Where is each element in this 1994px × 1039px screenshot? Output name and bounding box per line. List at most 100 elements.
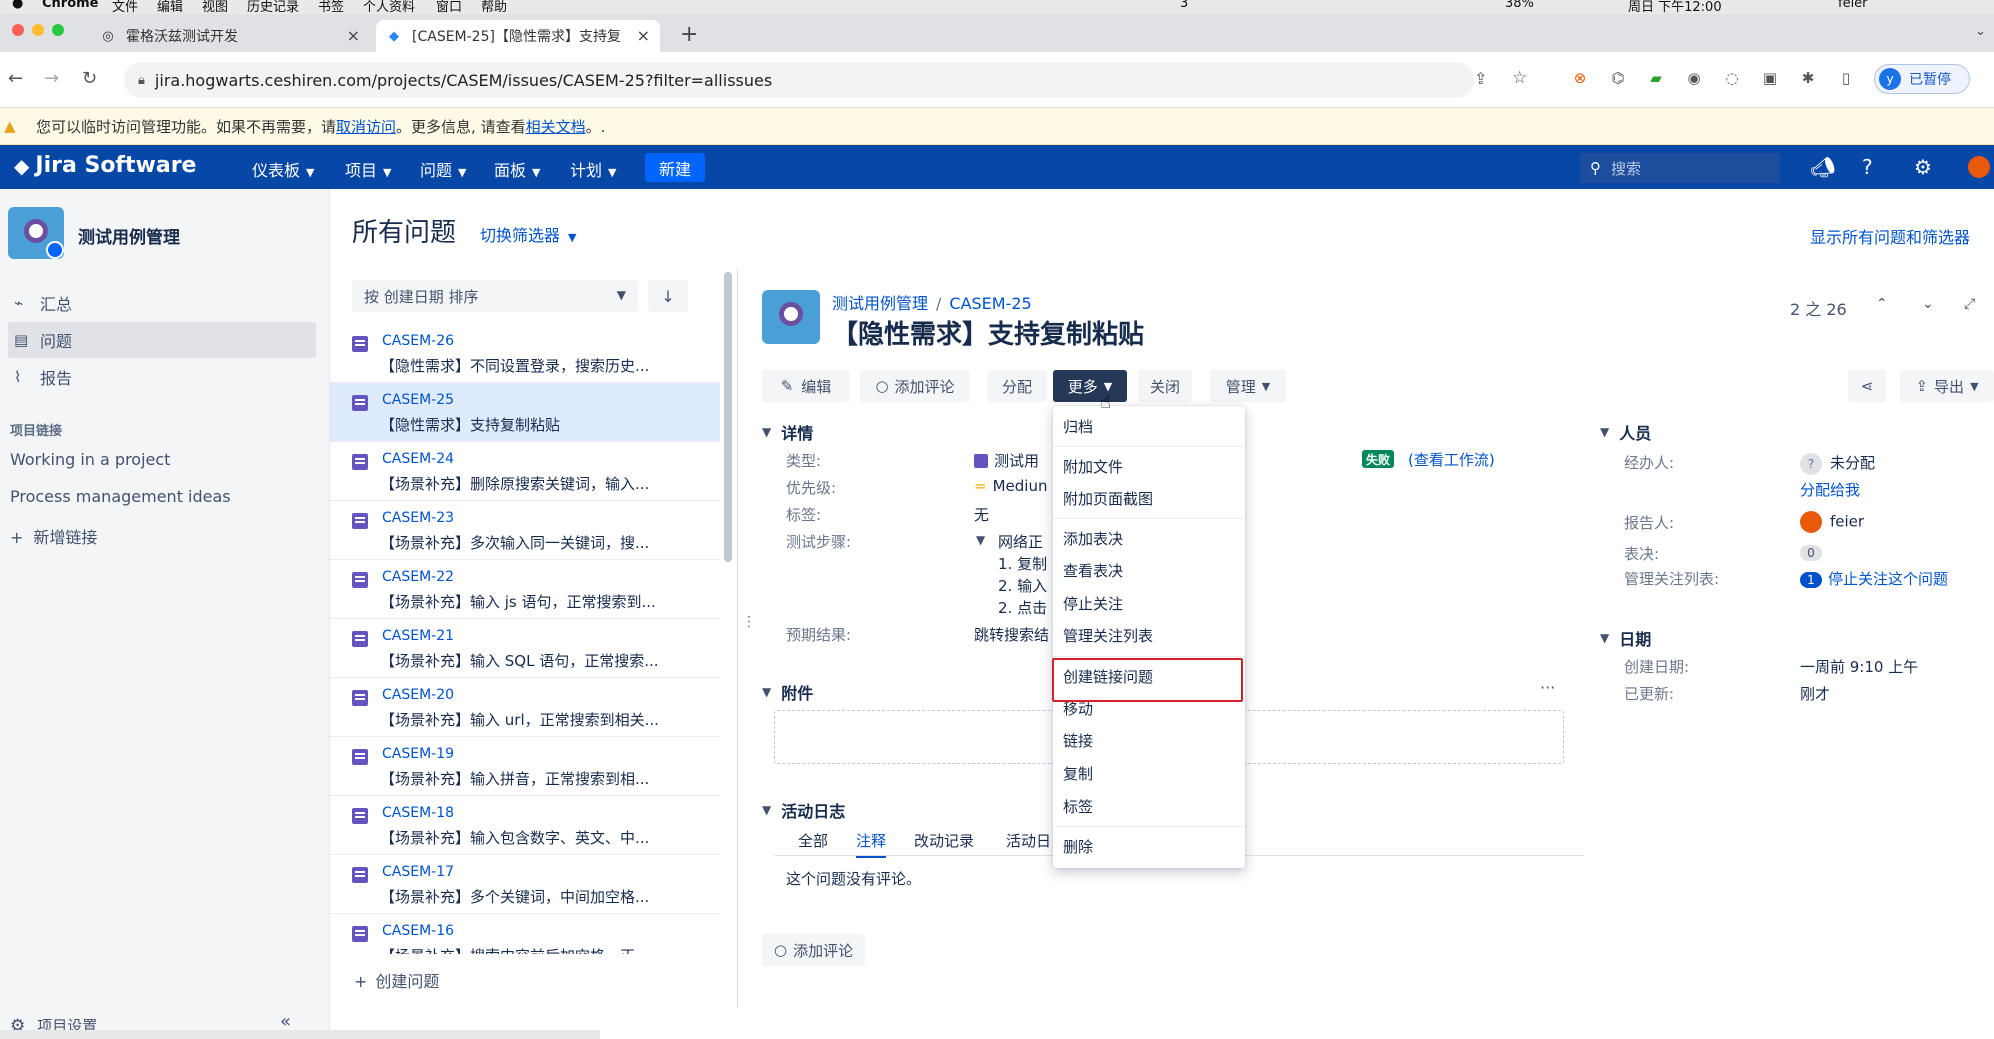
menu-item-add-vote[interactable]: 添加表决: [1063, 528, 1123, 549]
menu-item-delete[interactable]: 删除: [1063, 836, 1093, 857]
create-issue-button[interactable]: + 创建问题: [354, 968, 439, 992]
add-link-button[interactable]: + 新增链接: [10, 524, 97, 548]
sidebar-item-reports[interactable]: ⌇ 报告: [8, 359, 316, 395]
url-input[interactable]: 🔒︎ jira.hogwarts.ceshiren.com/projects/C…: [124, 62, 1527, 98]
menu-item-stop-watching[interactable]: 停止关注: [1063, 593, 1123, 614]
close-icon[interactable]: ×: [637, 26, 650, 45]
list-item[interactable]: CASEM-21 【场景补充】输入 SQL 语句，正常搜索...: [330, 619, 720, 678]
list-item[interactable]: CASEM-25 【隐性需求】支持复制粘贴: [330, 383, 720, 442]
tab-all[interactable]: 全部: [798, 830, 828, 851]
jira-logo[interactable]: ◆ Jira Software: [14, 153, 196, 178]
menu-bookmarks[interactable]: 书签: [318, 0, 344, 14]
edit-button[interactable]: ✎ 编辑: [762, 370, 850, 402]
forward-icon[interactable]: →: [44, 68, 59, 89]
list-item[interactable]: CASEM-17 【场景补充】多个关键词，中间加空格...: [330, 855, 720, 914]
sidebar-item-summary[interactable]: ⌁ 汇总: [8, 285, 316, 321]
window-close-icon[interactable]: [12, 24, 24, 36]
extension-icon[interactable]: ◉: [1684, 68, 1704, 88]
create-button[interactable]: 新建: [645, 153, 705, 182]
nav-boards[interactable]: 面板 ▼: [494, 157, 540, 181]
user-avatar[interactable]: [1968, 156, 1990, 178]
menu-edit[interactable]: 编辑: [157, 0, 183, 14]
sidepanel-icon[interactable]: ▯: [1836, 68, 1856, 88]
menu-item-attach-screenshot[interactable]: 附加页面截图: [1063, 488, 1153, 509]
export-button[interactable]: ⇪ 导出 ▼: [1900, 370, 1994, 402]
sort-direction-button[interactable]: ↓: [648, 280, 688, 312]
menu-item-view-votes[interactable]: 查看表决: [1063, 560, 1123, 581]
assign-button[interactable]: 分配: [987, 370, 1047, 402]
list-item[interactable]: CASEM-18 【场景补充】输入包含数字、英文、中...: [330, 796, 720, 855]
list-item[interactable]: CASEM-16 【场景补充】搜索内容前后加空格，正...: [330, 914, 720, 954]
list-scrollbar[interactable]: [724, 272, 732, 562]
extension-icon[interactable]: ⊗: [1570, 68, 1590, 88]
window-minimize-icon[interactable]: [32, 24, 44, 36]
breadcrumb-issue-key[interactable]: CASEM-25: [949, 294, 1031, 313]
stop-watching-link[interactable]: 停止关注这个问题: [1828, 570, 1948, 588]
extension-icon[interactable]: ◌: [1722, 68, 1742, 88]
dates-section-toggle[interactable]: ▼ 日期: [1600, 626, 1651, 650]
watchers-count[interactable]: 1: [1800, 572, 1822, 588]
reload-icon[interactable]: ↻: [82, 68, 97, 89]
tab-comments[interactable]: 注释: [856, 830, 887, 858]
menu-app[interactable]: Chrome: [42, 0, 99, 11]
tab-hogwarts[interactable]: ◎ 霍格沃兹测试开发 ×: [90, 20, 370, 52]
nav-issues[interactable]: 问题 ▼: [420, 157, 466, 181]
sidebar-item-issues[interactable]: ▤ 问题: [8, 322, 316, 358]
details-section-toggle[interactable]: ▼ 详情: [762, 420, 813, 444]
add-comment-button[interactable]: ○ 添加评论: [860, 370, 970, 402]
extension-icon[interactable]: ▣: [1760, 68, 1780, 88]
resize-handle-icon[interactable]: ⋮: [742, 614, 756, 630]
assign-to-me-link[interactable]: 分配给我: [1800, 479, 1860, 500]
menu-item-attach-file[interactable]: 附加文件: [1063, 456, 1123, 477]
assignee-value[interactable]: ? 未分配: [1800, 452, 1875, 475]
menu-profile[interactable]: 个人资料: [363, 0, 415, 14]
chevron-up-icon[interactable]: ⌃: [1876, 296, 1888, 312]
menu-view[interactable]: 视图: [202, 0, 228, 14]
switch-filter-button[interactable]: 切换筛选器 ▼: [480, 222, 576, 246]
admin-button[interactable]: 管理 ▼: [1210, 370, 1286, 402]
more-button[interactable]: 更多 ▼: [1053, 370, 1127, 402]
expand-icon[interactable]: ⤢: [1964, 296, 1975, 312]
status-badge[interactable]: 失败: [1362, 450, 1395, 468]
project-avatar[interactable]: [8, 207, 64, 259]
close-issue-button[interactable]: 关闭: [1138, 370, 1192, 402]
view-workflow-link[interactable]: (查看工作流): [1408, 449, 1495, 470]
chevron-down-icon[interactable]: ⌄: [1922, 296, 1934, 312]
menu-item-labels[interactable]: 标签: [1063, 796, 1093, 817]
docs-link[interactable]: 相关文档: [526, 116, 586, 137]
list-item[interactable]: CASEM-20 【场景补充】输入 url，正常搜索到相关...: [330, 678, 720, 737]
list-item[interactable]: CASEM-26 【隐性需求】不同设置登录，搜索历史...: [330, 324, 720, 383]
nav-projects[interactable]: 项目 ▼: [345, 157, 391, 181]
list-item[interactable]: CASEM-19 【场景补充】输入拼音，正常搜索到相...: [330, 737, 720, 796]
people-section-toggle[interactable]: ▼ 人员: [1600, 420, 1651, 444]
chevron-down-icon[interactable]: ▼: [976, 533, 985, 547]
star-icon[interactable]: ☆: [1512, 68, 1527, 88]
reporter-value[interactable]: feier: [1800, 511, 1864, 533]
show-all-link[interactable]: 显示所有问题和筛选器: [1810, 224, 1970, 248]
nav-dashboards[interactable]: 仪表板 ▼: [252, 157, 314, 181]
menu-item-manage-watchers[interactable]: 管理关注列表: [1063, 625, 1153, 646]
more-options-icon[interactable]: ···: [1540, 678, 1555, 697]
attachments-section-toggle[interactable]: ▼ 附件: [762, 680, 813, 704]
list-item[interactable]: CASEM-23 【场景补充】多次输入同一关键词，搜...: [330, 501, 720, 560]
new-tab-icon[interactable]: +: [680, 22, 698, 47]
tab-jira-issue[interactable]: ◆ [CASEM-25]【隐性需求】支持复 ×: [376, 20, 660, 52]
search-input[interactable]: ⚲ 搜索: [1580, 153, 1780, 183]
chevron-down-icon[interactable]: ⌄: [1975, 24, 1986, 39]
votes-value[interactable]: 0: [1800, 543, 1822, 561]
list-item[interactable]: CASEM-24 【场景补充】删除原搜索关键词，输入...: [330, 442, 720, 501]
menu-window[interactable]: 窗口: [436, 0, 462, 14]
menu-file[interactable]: 文件: [112, 0, 138, 14]
sidebar-link[interactable]: Process management ideas: [10, 487, 231, 506]
announcement-icon[interactable]: 📣︎: [1810, 155, 1835, 179]
apple-icon[interactable]: ●: [12, 0, 23, 11]
menu-item-clone[interactable]: 复制: [1063, 763, 1093, 784]
list-item[interactable]: CASEM-22 【场景补充】输入 js 语句，正常搜索到...: [330, 560, 720, 619]
puzzle-icon[interactable]: ✱: [1798, 68, 1818, 88]
breadcrumb-project[interactable]: 测试用例管理: [832, 294, 928, 313]
menu-item-archive[interactable]: 归档: [1063, 416, 1093, 437]
help-icon[interactable]: ?: [1862, 155, 1873, 179]
issue-title[interactable]: 【隐性需求】支持复制粘贴: [832, 314, 1144, 351]
window-maximize-icon[interactable]: [52, 24, 64, 36]
cancel-access-link[interactable]: 取消访问: [336, 116, 396, 137]
